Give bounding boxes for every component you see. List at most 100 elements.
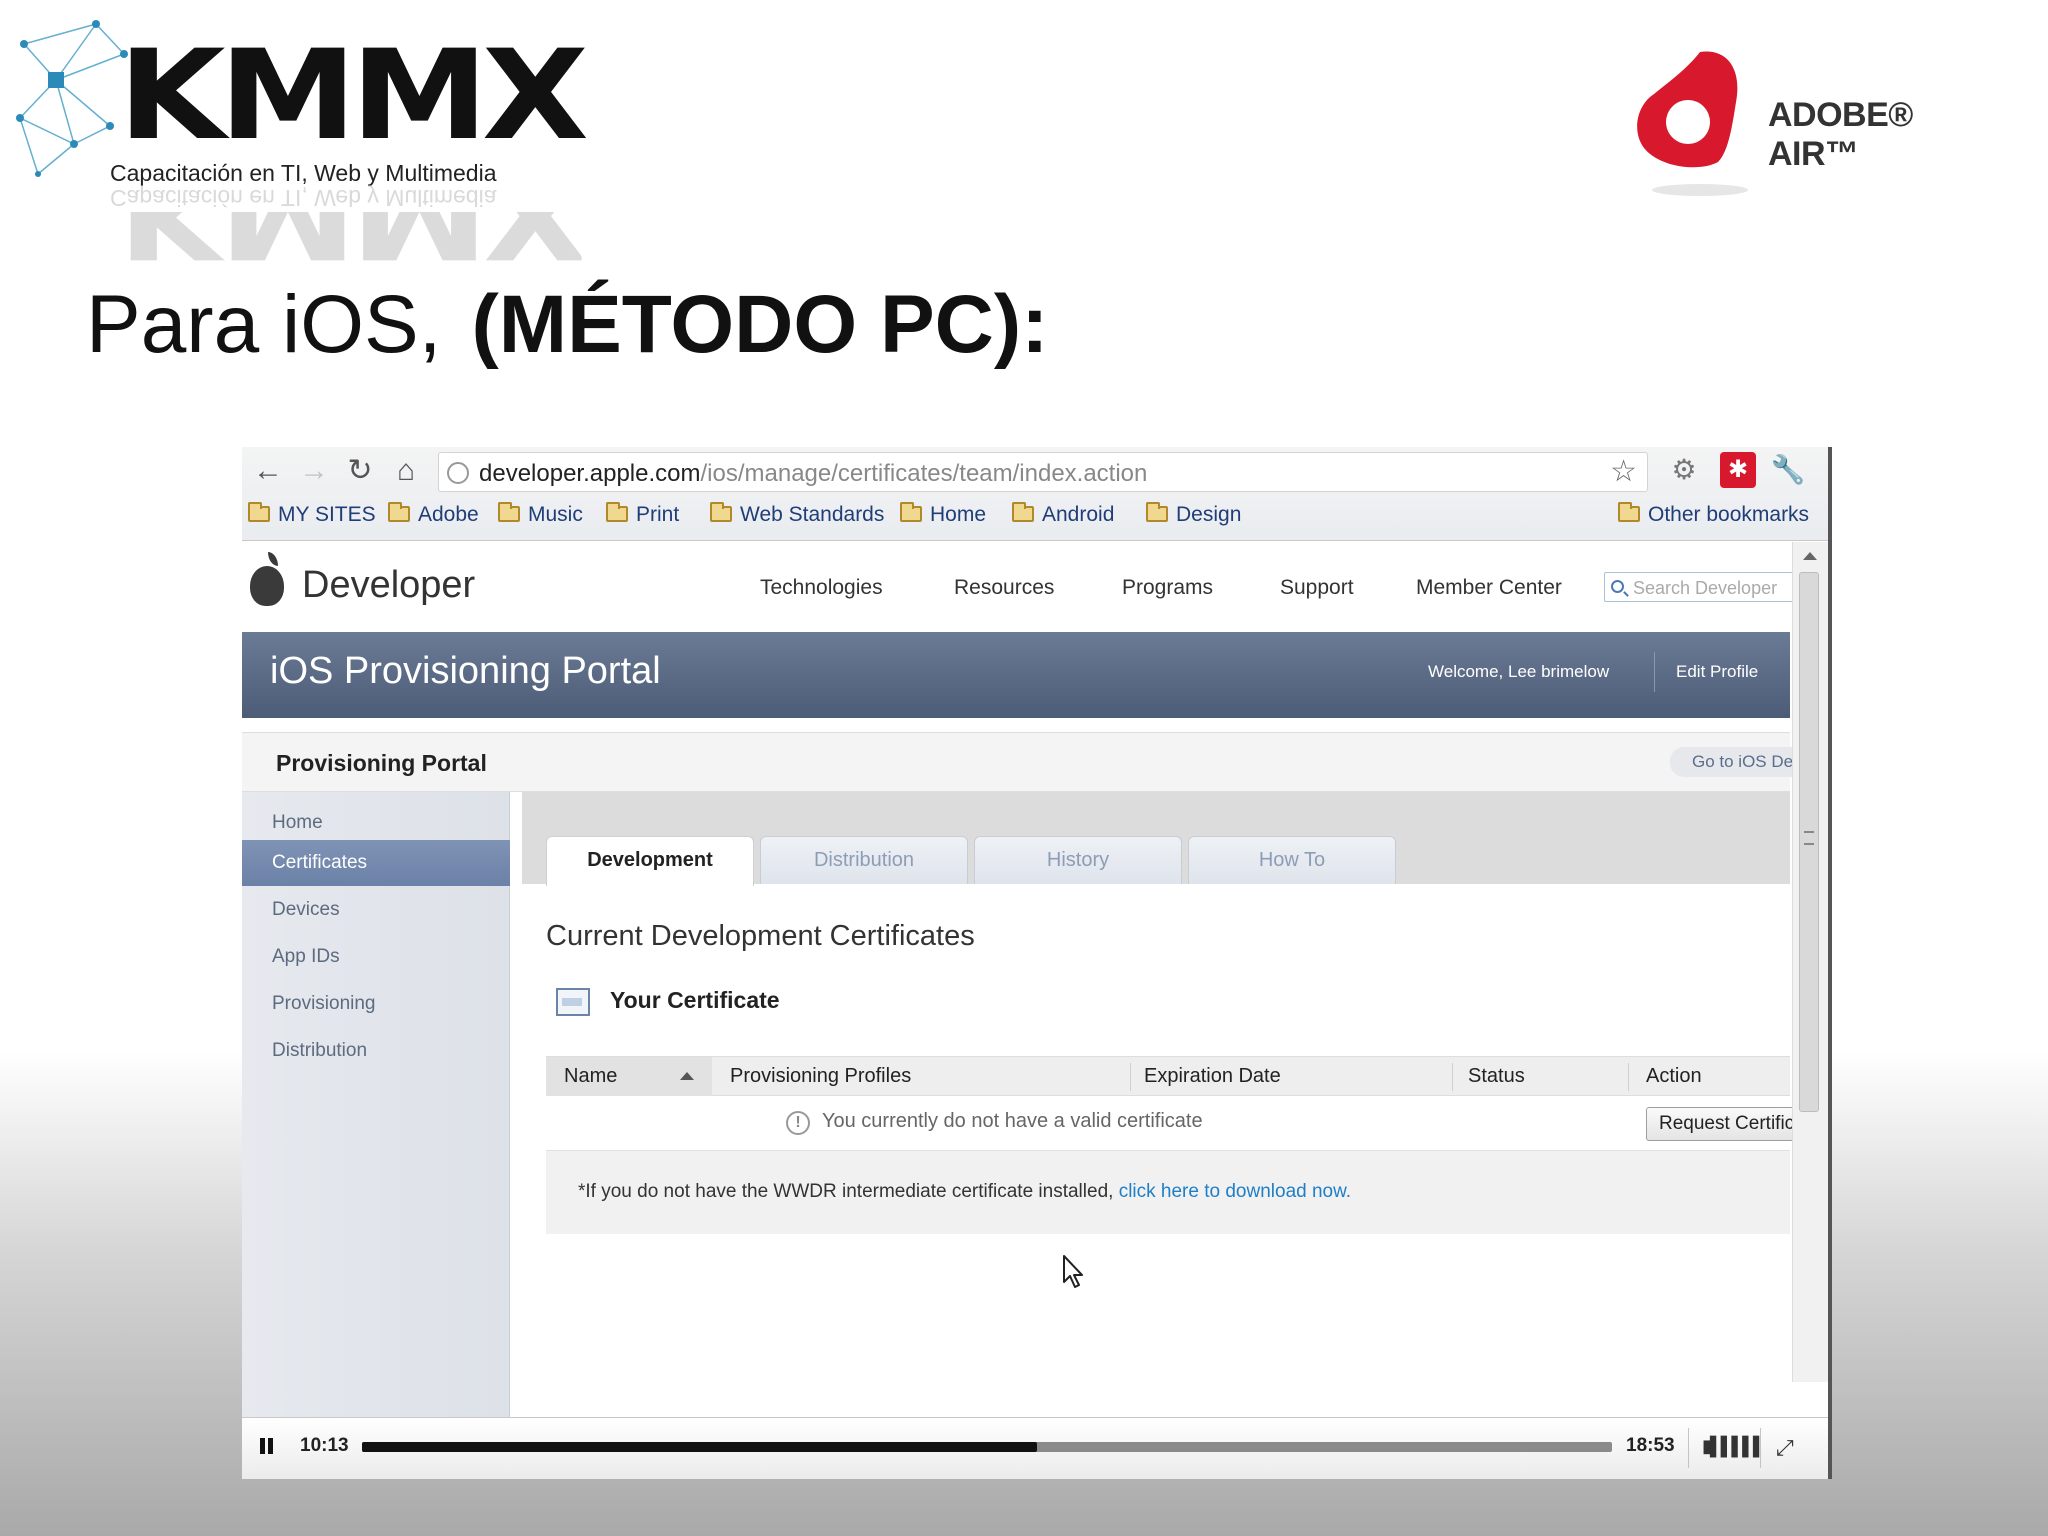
request-certificate-button[interactable]: Request Certificate bbox=[1646, 1107, 1796, 1141]
sidebar: Home Certificates Devices App IDs Provis… bbox=[242, 792, 510, 1479]
slide-title: Para iOS, (MÉTODO PC): bbox=[86, 278, 1048, 372]
nav-resources[interactable]: Resources bbox=[954, 576, 1054, 600]
home-icon[interactable]: ⌂ bbox=[386, 451, 426, 491]
bookmark-home[interactable]: Home bbox=[900, 495, 986, 535]
bookmark-label: Adobe bbox=[418, 503, 479, 526]
mouse-cursor-icon bbox=[1063, 1255, 1083, 1288]
your-certificate-heading: Your Certificate bbox=[610, 987, 780, 1013]
bookmark-label: MY SITES bbox=[278, 503, 376, 526]
sidebar-item-certificates[interactable]: Certificates bbox=[242, 840, 510, 886]
search-input[interactable]: Search Developer bbox=[1604, 572, 1798, 602]
developer-brand[interactable]: Developer bbox=[302, 564, 475, 607]
kmmx-logo: KMMX Capacitación en TI, Web y Multimedi… bbox=[14, 14, 589, 274]
fullscreen-icon[interactable]: ⤢ bbox=[1776, 1435, 1794, 1461]
provisioning-portal-bar: Provisioning Portal Go to iOS Dev Center bbox=[242, 732, 1800, 792]
vertical-scrollbar[interactable] bbox=[1792, 542, 1828, 1382]
folder-icon bbox=[710, 502, 732, 522]
nav-programs[interactable]: Programs bbox=[1122, 576, 1213, 600]
developer-header: Developer Technologies Resources Program… bbox=[242, 542, 1798, 632]
extension-icon[interactable]: ✱ bbox=[1720, 452, 1756, 488]
bookmark-design[interactable]: Design bbox=[1146, 495, 1241, 535]
folder-icon bbox=[1146, 502, 1168, 522]
back-arrow-icon[interactable]: ← bbox=[248, 451, 288, 491]
column-header-action[interactable]: Action bbox=[1646, 1065, 1702, 1088]
bookmark-android[interactable]: Android bbox=[1012, 495, 1114, 535]
folder-icon bbox=[1012, 502, 1034, 522]
bookmark-music[interactable]: Music bbox=[498, 495, 583, 535]
browser-window: ← → ↻ ⌂ developer.apple.com/ios/manage/c… bbox=[242, 447, 1832, 1479]
info-icon: ! bbox=[786, 1111, 810, 1135]
globe-icon bbox=[447, 462, 469, 484]
seek-bar-progress bbox=[362, 1442, 1037, 1452]
bookmark-web-standards[interactable]: Web Standards bbox=[710, 495, 884, 535]
player-divider bbox=[1760, 1428, 1761, 1468]
sidebar-item-app-ids[interactable]: App IDs bbox=[242, 934, 510, 980]
go-to-ios-dev-center-button[interactable]: Go to iOS Dev Center bbox=[1670, 747, 1800, 777]
column-divider bbox=[1452, 1063, 1453, 1091]
tab-history[interactable]: History bbox=[974, 836, 1182, 884]
current-certificates-heading: Current Development Certificates bbox=[546, 920, 975, 952]
bookmark-my-sites[interactable]: MY SITES bbox=[248, 495, 376, 535]
banner-divider bbox=[1654, 652, 1655, 692]
url-path: /ios/manage/certificates/team/index.acti… bbox=[700, 460, 1148, 487]
bookmark-label: Android bbox=[1042, 503, 1115, 526]
scroll-up-arrow-icon[interactable] bbox=[1803, 552, 1817, 560]
kmmx-wordmark-reflection: KMMX bbox=[118, 212, 582, 274]
tab-how-to[interactable]: How To bbox=[1188, 836, 1396, 884]
folder-icon bbox=[248, 502, 270, 522]
search-placeholder: Search Developer bbox=[1633, 578, 1778, 598]
sort-ascending-icon[interactable] bbox=[680, 1072, 694, 1080]
folder-icon bbox=[606, 502, 628, 522]
wrench-icon[interactable]: 🔧 bbox=[1770, 452, 1806, 488]
bookmark-adobe[interactable]: Adobe bbox=[388, 495, 479, 535]
slide-title-bold: (MÉTODO PC): bbox=[471, 279, 1049, 370]
web-page: Developer Technologies Resources Program… bbox=[242, 542, 1800, 1479]
wwdr-download-link[interactable]: click here to download now. bbox=[1119, 1181, 1351, 1202]
kmmx-wordmark: KMMX bbox=[118, 24, 589, 168]
other-bookmarks-label: Other bookmarks bbox=[1648, 503, 1810, 526]
column-header-status[interactable]: Status bbox=[1468, 1065, 1525, 1088]
reload-icon[interactable]: ↻ bbox=[340, 451, 380, 491]
player-divider bbox=[1688, 1428, 1689, 1468]
search-icon bbox=[1611, 580, 1624, 593]
forward-arrow-icon[interactable]: → bbox=[294, 451, 334, 491]
bookmark-label: Home bbox=[930, 503, 987, 526]
column-header-name[interactable]: Name bbox=[564, 1065, 617, 1088]
provisioning-portal-heading: Provisioning Portal bbox=[276, 750, 487, 776]
pause-icon[interactable] bbox=[260, 1438, 274, 1454]
column-divider bbox=[1628, 1063, 1629, 1091]
address-bar[interactable]: developer.apple.com/ios/manage/certifica… bbox=[438, 452, 1648, 492]
bookmark-print[interactable]: Print bbox=[606, 495, 679, 535]
total-time: 18:53 bbox=[1626, 1435, 1675, 1456]
grip-icon bbox=[1804, 831, 1814, 845]
scrollbar-thumb[interactable] bbox=[1799, 572, 1819, 1112]
wwdr-note-text: *If you do not have the WWDR intermediat… bbox=[578, 1181, 1351, 1203]
nav-member-center[interactable]: Member Center bbox=[1416, 576, 1562, 600]
other-bookmarks[interactable]: Other bookmarks bbox=[1618, 495, 1809, 535]
adobe-air-wordmark: ADOBE® AIR™ bbox=[1768, 96, 1913, 173]
volume-icon[interactable]: ▮▌▌▌▌▌ bbox=[1702, 1436, 1766, 1457]
bookmark-label: Design bbox=[1176, 503, 1242, 526]
column-header-expiration-date[interactable]: Expiration Date bbox=[1144, 1065, 1281, 1088]
tab-development[interactable]: Development bbox=[546, 836, 754, 886]
gear-icon[interactable]: ⚙ bbox=[1666, 452, 1702, 488]
url-host: developer.apple.com bbox=[479, 460, 701, 487]
wwdr-text: *If you do not have the WWDR intermediat… bbox=[578, 1181, 1114, 1202]
nav-support[interactable]: Support bbox=[1280, 576, 1354, 600]
column-divider bbox=[1130, 1063, 1131, 1091]
sidebar-item-devices[interactable]: Devices bbox=[242, 887, 510, 933]
folder-icon bbox=[900, 502, 922, 522]
edit-profile-link[interactable]: Edit Profile bbox=[1676, 662, 1758, 682]
nav-technologies[interactable]: Technologies bbox=[760, 576, 883, 600]
sidebar-item-provisioning[interactable]: Provisioning bbox=[242, 981, 510, 1027]
wwdr-note: *If you do not have the WWDR intermediat… bbox=[546, 1150, 1790, 1234]
seek-bar[interactable] bbox=[362, 1442, 1612, 1452]
apple-logo-icon[interactable] bbox=[250, 552, 284, 606]
browser-toolbar: ← → ↻ ⌂ developer.apple.com/ios/manage/c… bbox=[242, 447, 1828, 541]
column-header-provisioning-profiles[interactable]: Provisioning Profiles bbox=[730, 1065, 911, 1088]
table-row: ! You currently do not have a valid cert… bbox=[546, 1096, 1796, 1150]
video-player-controls: 10:13 18:53 ▮▌▌▌▌▌ ⤢ bbox=[242, 1417, 1828, 1479]
tab-distribution[interactable]: Distribution bbox=[760, 836, 968, 884]
sidebar-item-distribution[interactable]: Distribution bbox=[242, 1028, 510, 1074]
bookmark-star-icon[interactable]: ☆ bbox=[1610, 455, 1637, 489]
